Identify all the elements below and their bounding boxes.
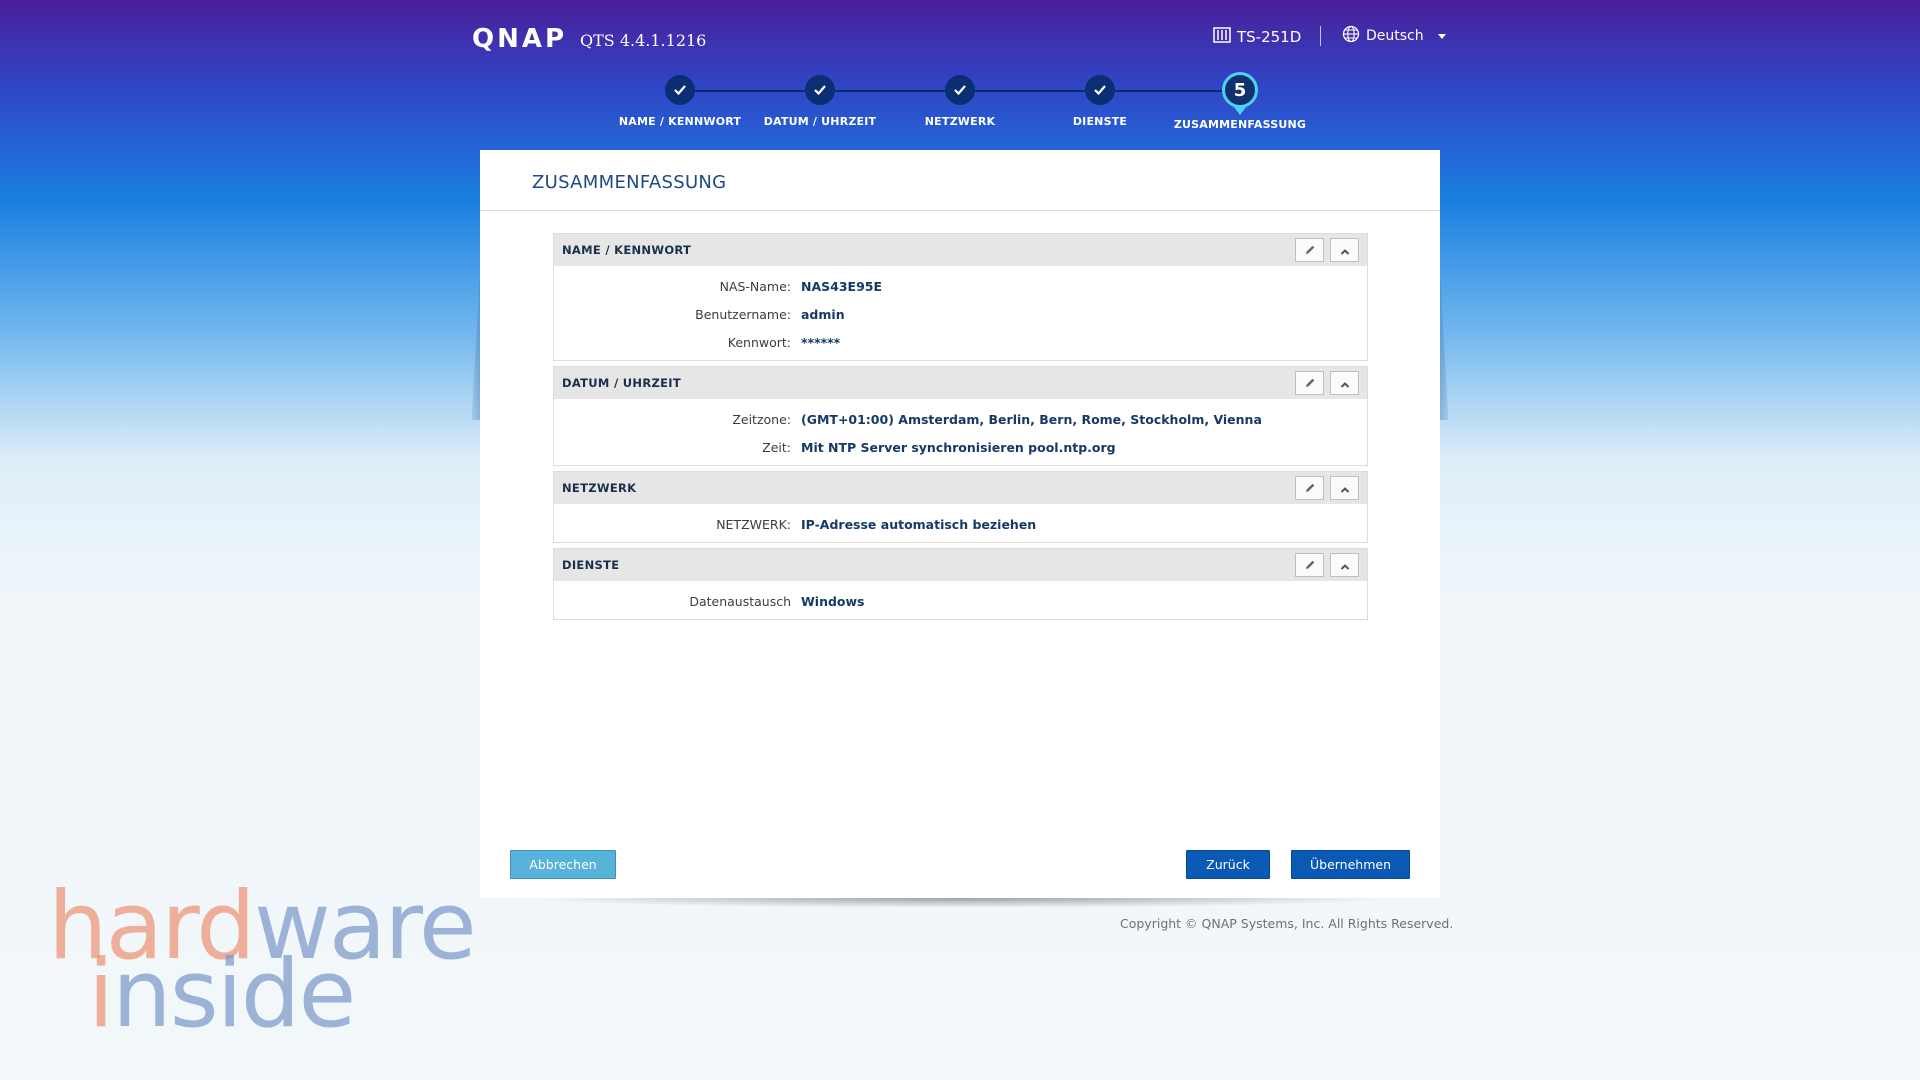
row-label: Zeit: [762, 439, 791, 455]
row-value: IP-Adresse automatisch beziehen [801, 516, 1037, 532]
step-datum-uhrzeit[interactable]: DATUM / UHRZEIT [740, 74, 900, 128]
chevron-up-icon [1340, 241, 1350, 260]
summary-panel: ZUSAMMENFASSUNG NAME / KENNWORT NAS-Name… [480, 150, 1440, 898]
collapse-button[interactable] [1330, 238, 1359, 262]
summary-row: Zeitzone: (GMT+01:00) Amsterdam, Berlin,… [554, 405, 1367, 433]
row-value: NAS43E95E [801, 278, 883, 294]
title-divider [480, 210, 1440, 211]
version-text: QTS 4.4.1.1216 [580, 31, 707, 50]
globe-icon [1342, 25, 1360, 47]
check-icon [665, 75, 695, 105]
row-label: Datenaustausch [689, 593, 791, 609]
chevron-up-icon [1340, 556, 1350, 575]
model-indicator[interactable]: TS-251D [1213, 26, 1301, 48]
qnap-logo: QNAP [472, 24, 568, 54]
step-label: NETZWERK [924, 115, 996, 128]
cancel-button[interactable]: Abbrechen [510, 850, 616, 879]
section-header: DATUM / UHRZEIT [554, 367, 1367, 399]
chevron-up-icon [1340, 374, 1350, 393]
section-dienste: DIENSTE Datenaustausch Windows [553, 548, 1368, 620]
row-value: Windows [801, 593, 865, 609]
check-icon [1085, 75, 1115, 105]
panel-wing-left [471, 270, 480, 420]
step-label: NAME / KENNWORT [618, 115, 742, 128]
pencil-icon [1304, 374, 1316, 393]
nas-icon [1213, 27, 1231, 47]
edit-button[interactable] [1295, 553, 1324, 577]
section-header: NAME / KENNWORT [554, 234, 1367, 266]
caret-down-icon [1437, 33, 1446, 39]
watermark-line-2: inside [88, 940, 356, 1049]
step-label: DATUM / UHRZEIT [763, 115, 877, 128]
chevron-up-icon [1340, 479, 1350, 498]
row-label: Benutzername: [695, 306, 791, 322]
step-zusammenfassung[interactable]: 5 ZUSAMMENFASSUNG [1160, 72, 1320, 131]
summary-row: Benutzername: admin [554, 300, 1367, 328]
section-datum-uhrzeit: DATUM / UHRZEIT Zeitzone: (GMT+01:00) Am… [553, 366, 1368, 466]
check-icon [805, 75, 835, 105]
collapse-button[interactable] [1330, 371, 1359, 395]
row-value: (GMT+01:00) Amsterdam, Berlin, Bern, Rom… [801, 411, 1262, 427]
step-netzwerk[interactable]: NETZWERK [880, 74, 1040, 128]
section-netzwerk: NETZWERK NETZWERK: IP-Adresse automatisc… [553, 471, 1368, 543]
summary-sections: NAME / KENNWORT NAS-Name: NAS43E95E Benu… [553, 233, 1368, 625]
collapse-button[interactable] [1330, 553, 1359, 577]
row-value: ****** [801, 334, 841, 350]
watermark-logo: hardware inside [48, 880, 568, 1049]
section-name-kennwort: NAME / KENNWORT NAS-Name: NAS43E95E Benu… [553, 233, 1368, 361]
row-value: admin [801, 306, 845, 322]
section-title: NAME / KENNWORT [562, 243, 692, 257]
edit-button[interactable] [1295, 476, 1324, 500]
row-label: Kennwort: [727, 334, 791, 350]
row-value: Mit NTP Server synchronisieren pool.ntp.… [801, 439, 1116, 455]
row-label: NETZWERK: [716, 516, 791, 532]
step-label: DIENSTE [1072, 115, 1128, 128]
step-dienste[interactable]: DIENSTE [1020, 74, 1180, 128]
edit-button[interactable] [1295, 238, 1324, 262]
row-label: Zeitzone: [732, 411, 791, 427]
apply-button[interactable]: Übernehmen [1291, 850, 1410, 879]
section-title: NETZWERK [562, 481, 637, 495]
language-selector[interactable]: Deutsch [1342, 25, 1446, 47]
row-label: NAS-Name: [719, 278, 791, 294]
panel-shadow [520, 898, 1400, 908]
wizard-stepper: NAME / KENNWORT DATUM / UHRZEIT NETZWERK… [600, 72, 1306, 144]
step-name-kennwort[interactable]: NAME / KENNWORT [600, 74, 760, 128]
step-label: ZUSAMMENFASSUNG [1173, 118, 1307, 131]
model-name: TS-251D [1237, 28, 1302, 46]
step-number-badge: 5 [1222, 72, 1258, 108]
pencil-icon [1304, 479, 1316, 498]
check-icon [945, 75, 975, 105]
panel-wing-right [1440, 270, 1449, 420]
page-title: ZUSAMMENFASSUNG [532, 172, 727, 193]
edit-button[interactable] [1295, 371, 1324, 395]
collapse-button[interactable] [1330, 476, 1359, 500]
header-divider [1320, 26, 1321, 46]
section-header: NETZWERK [554, 472, 1367, 504]
summary-row: Kennwort: ****** [554, 328, 1367, 356]
pencil-icon [1304, 556, 1316, 575]
summary-row: NETZWERK: IP-Adresse automatisch beziehe… [554, 510, 1367, 538]
section-title: DATUM / UHRZEIT [562, 376, 682, 390]
pencil-icon [1304, 241, 1316, 260]
back-button[interactable]: Zurück [1186, 850, 1270, 879]
summary-row: NAS-Name: NAS43E95E [554, 272, 1367, 300]
summary-row: Zeit: Mit NTP Server synchronisieren poo… [554, 433, 1367, 461]
summary-row: Datenaustausch Windows [554, 587, 1367, 615]
section-header: DIENSTE [554, 549, 1367, 581]
section-title: DIENSTE [562, 558, 620, 572]
language-label: Deutsch [1366, 28, 1424, 44]
copyright-text: Copyright © QNAP Systems, Inc. All Right… [1120, 916, 1454, 931]
